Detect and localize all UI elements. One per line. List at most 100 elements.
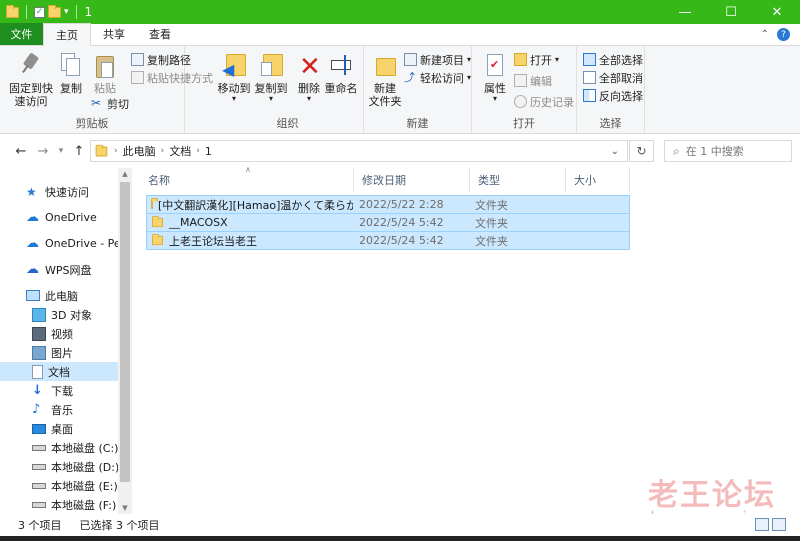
minimize-button[interactable]: — [662, 0, 708, 24]
copy-icon [57, 50, 85, 80]
recent-locations-chevron-icon[interactable]: ▾ [54, 146, 68, 156]
document-icon [32, 364, 43, 379]
sidebar-item-downloads[interactable]: ↓ 下载 [0, 381, 118, 400]
forward-arrow-icon[interactable]: → [32, 144, 54, 159]
sidebar-item-drive-c[interactable]: 本地磁盘 (C:) [0, 438, 118, 457]
paste-icon [91, 50, 119, 80]
sidebar-item-drive-e[interactable]: 本地磁盘 (E:) [0, 476, 118, 495]
column-header-modified[interactable]: 修改日期 [354, 168, 470, 192]
file-type: 文件夹 [475, 216, 508, 230]
file-modified: 2022/5/22 2:28 [359, 198, 444, 211]
background-strip [0, 536, 800, 541]
new-folder-quick-icon[interactable] [48, 4, 61, 18]
sidebar-item-quick-access[interactable]: ★ 快速访问 [0, 182, 118, 201]
ribbon: 固定到快 速访问 复制 粘贴 复制路径 粘贴快捷方式 ✂ 剪切 剪贴板 ◀ 移动… [0, 46, 800, 134]
file-name-cell: __MACOSX [151, 216, 353, 229]
collapse-ribbon-chevron-icon[interactable]: ⌃ [761, 29, 769, 40]
sidebar-item-documents[interactable]: 文档 [0, 362, 118, 381]
desktop-icon [32, 423, 46, 434]
history-label: 历史记录 [530, 95, 574, 109]
sidebar-item-onedrive-personal[interactable]: ☁ OneDrive - Pers [0, 234, 118, 253]
quick-access-toolbar: ✓ ▾ [0, 4, 81, 19]
paste-shortcut-label: 粘贴快捷方式 [147, 71, 213, 85]
select-none-button[interactable]: 全部取消 [583, 69, 643, 86]
rename-button[interactable]: 重命名 [324, 50, 358, 95]
properties-quick-icon[interactable]: ✓ [34, 6, 45, 18]
paste-shortcut-button[interactable]: 粘贴快捷方式 [131, 69, 213, 86]
search-input[interactable] [685, 144, 782, 158]
sidebar-item-drive-f[interactable]: 本地磁盘 (F:) [0, 495, 118, 514]
edit-button[interactable]: 编辑 [514, 72, 552, 89]
sidebar-item-label: 视频 [51, 327, 73, 341]
properties-button[interactable]: 属性 ▾ [480, 50, 510, 103]
up-arrow-icon[interactable]: ↑ [68, 144, 90, 159]
open-button[interactable]: 打开 ▾ [514, 51, 559, 68]
new-group: 新建 文件夹 新建项目 ▾ ⤴ 轻松访问 ▾ 新建 [364, 46, 472, 134]
sidebar-item-this-pc[interactable]: 此电脑 [0, 286, 118, 305]
help-icon[interactable]: ? [777, 28, 790, 41]
column-header-type[interactable]: 类型 [470, 168, 566, 192]
paste-button[interactable]: 粘贴 [90, 50, 120, 95]
copy-to-icon [257, 50, 285, 80]
sidebar-item-desktop[interactable]: 桌面 [0, 419, 118, 438]
customize-qat-chevron-icon[interactable]: ▾ [64, 7, 69, 17]
tab-share[interactable]: 共享 [91, 23, 137, 45]
folder-icon [151, 198, 158, 210]
back-arrow-icon[interactable]: ← [10, 144, 32, 159]
sidebar-scrollbar[interactable]: ▲ ▼ [118, 168, 132, 514]
file-type: 文件夹 [475, 234, 508, 248]
tab-view[interactable]: 查看 [137, 23, 183, 45]
file-row[interactable]: 上老王论坛当老王 2022/5/24 5:42 文件夹 [146, 231, 630, 250]
details-view-icon[interactable] [755, 518, 769, 531]
copy-to-button[interactable]: 复制到 ▾ [252, 50, 290, 103]
copy-path-icon [131, 53, 144, 66]
music-icon: ♪ [32, 401, 41, 417]
open-icon [514, 53, 527, 66]
move-to-button[interactable]: ◀ 移动到 ▾ [216, 50, 252, 103]
column-header-name[interactable]: 名称 [140, 168, 354, 192]
search-box[interactable]: ⌕ [664, 140, 792, 162]
sidebar-item-pictures[interactable]: 图片 [0, 343, 118, 362]
scroll-down-arrow-icon[interactable]: ▼ [118, 502, 132, 514]
copy-path-button[interactable]: 复制路径 [131, 51, 191, 68]
sidebar-item-videos[interactable]: 视频 [0, 324, 118, 343]
star-icon: ★ [26, 184, 37, 199]
breadcrumb-separator-icon[interactable]: › [114, 146, 118, 156]
sidebar-item-3d-objects[interactable]: 3D 对象 [0, 305, 118, 324]
tab-home[interactable]: 主页 [43, 23, 91, 46]
maximize-button[interactable]: ☐ [708, 0, 754, 24]
file-row[interactable]: [中文翻訳漢化][Hamao]温かくて柔らか... 2022/5/22 2:28… [146, 195, 630, 214]
copy-button[interactable]: 复制 [56, 50, 86, 95]
select-all-button[interactable]: 全部选择 [583, 51, 643, 68]
easy-access-dropdown-icon: ▾ [467, 73, 472, 82]
pin-quick-access-button[interactable]: 固定到快 速访问 [8, 50, 54, 108]
new-item-button[interactable]: 新建项目 ▾ [404, 51, 471, 68]
breadcrumb-current[interactable]: 1 [205, 145, 212, 158]
invert-selection-button[interactable]: 反向选择 [583, 87, 643, 104]
address-dropdown-chevron-icon[interactable]: ⌄ [611, 146, 619, 157]
breadcrumb-this-pc[interactable]: 此电脑 [123, 143, 156, 159]
sidebar-item-drive-d[interactable]: 本地磁盘 (D:) [0, 457, 118, 476]
address-bar[interactable]: › 此电脑 › 文档 › 1 ⌄ [90, 140, 628, 162]
sidebar-scroll-thumb[interactable] [120, 182, 130, 482]
tab-file[interactable]: 文件 [0, 23, 43, 45]
cut-button[interactable]: ✂ 剪切 [91, 95, 129, 112]
new-item-dropdown-icon: ▾ [467, 55, 472, 64]
breadcrumb-separator-icon[interactable]: › [196, 146, 200, 156]
breadcrumb-separator-icon[interactable]: › [161, 146, 165, 156]
sidebar-item-music[interactable]: ♪ 音乐 [0, 400, 118, 419]
close-button[interactable]: ✕ [754, 0, 800, 24]
file-row[interactable]: __MACOSX 2022/5/24 5:42 文件夹 [146, 213, 630, 232]
breadcrumb-documents[interactable]: 文档 [169, 143, 191, 159]
sidebar-item-wps-drive[interactable]: ☁ WPS网盘 [0, 260, 118, 279]
scroll-up-arrow-icon[interactable]: ▲ [118, 168, 132, 180]
delete-button[interactable]: ✕ 删除 ▾ [296, 50, 322, 103]
easy-access-button[interactable]: ⤴ 轻松访问 ▾ [404, 69, 471, 86]
sidebar-item-onedrive[interactable]: ☁ OneDrive [0, 208, 118, 227]
select-none-icon [583, 71, 596, 84]
history-button[interactable]: 历史记录 [514, 93, 574, 110]
refresh-button[interactable]: ↻ [629, 140, 654, 162]
new-folder-button[interactable]: 新建 文件夹 [366, 50, 404, 108]
column-header-size[interactable]: 大小 [566, 168, 630, 192]
large-icons-view-icon[interactable] [772, 518, 786, 531]
